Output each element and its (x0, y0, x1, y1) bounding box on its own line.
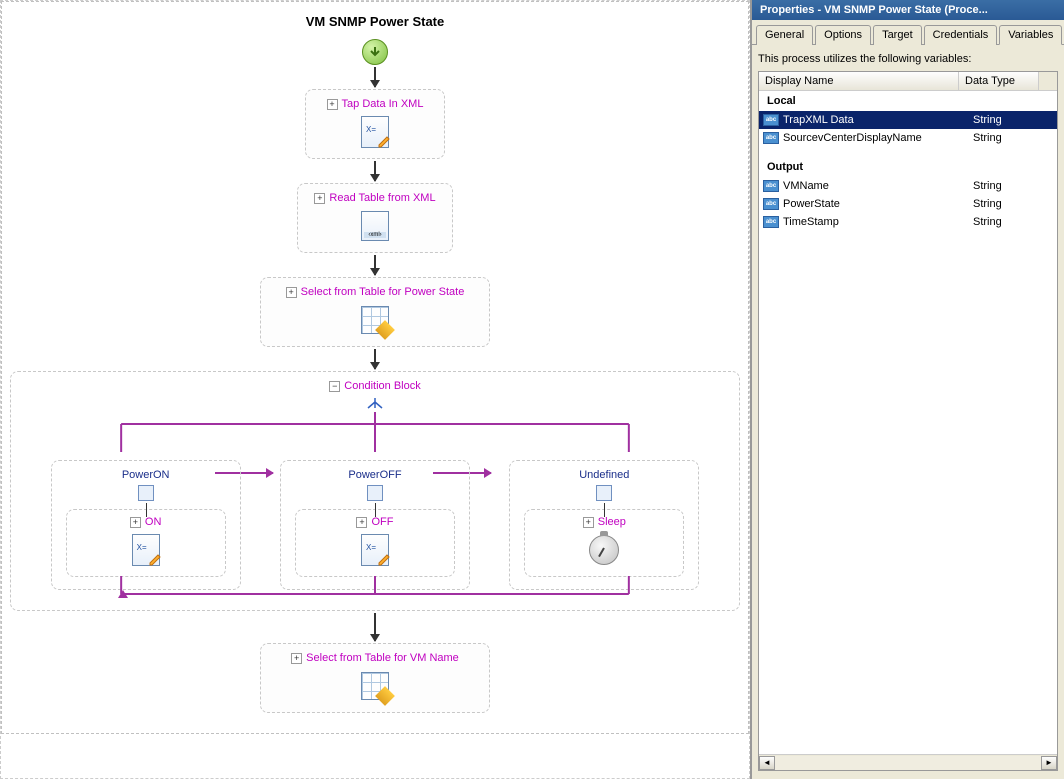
variable-icon: abc (763, 113, 779, 127)
activity-label: Read Table from XML (329, 192, 435, 204)
expand-icon[interactable]: + (356, 517, 367, 528)
table-select-icon (359, 304, 391, 336)
var-type: String (973, 114, 1049, 126)
activity-read-table[interactable]: + Read Table from XML (297, 183, 452, 253)
flow-arrow (374, 349, 376, 369)
activity-label: Tap Data In XML (342, 98, 424, 110)
var-name: TrapXML Data (783, 114, 973, 126)
expand-icon[interactable]: + (130, 517, 141, 528)
sub-activity-sleep[interactable]: + Sleep (524, 509, 684, 577)
collapse-icon[interactable]: − (329, 381, 340, 392)
column-header-type[interactable]: Data Type (959, 72, 1039, 90)
table-row[interactable]: abc PowerState String (759, 195, 1057, 213)
tabs-row: General Options Target Credentials Varia… (752, 20, 1064, 45)
workflow-container: VM SNMP Power State + Tap Data In XML + … (1, 1, 749, 734)
merge-connectors (41, 576, 709, 612)
table-header: Display Name Data Type (759, 72, 1057, 91)
table-select-icon (359, 670, 391, 702)
timer-icon (588, 534, 620, 566)
start-node[interactable] (362, 39, 388, 65)
start-arrow-icon (368, 45, 382, 59)
table-row[interactable]: abc SourcevCenterDisplayName String (759, 129, 1057, 147)
variable-icon: abc (763, 197, 779, 211)
activity-select-power[interactable]: + Select from Table for Power State (260, 277, 490, 347)
branch-title: Undefined (524, 469, 684, 481)
condition-block[interactable]: − Condition Block (10, 371, 740, 611)
tab-options[interactable]: Options (815, 25, 871, 45)
var-name: SourcevCenterDisplayName (783, 132, 973, 144)
branch-title: PowerOFF (295, 469, 455, 481)
variable-icon: abc (763, 131, 779, 145)
intro-text: This process utilizes the following vari… (758, 53, 1058, 65)
scroll-track[interactable] (775, 756, 1041, 770)
scroll-right-button[interactable]: ► (1041, 756, 1057, 770)
var-type: String (973, 198, 1049, 210)
branch-title: PowerON (66, 469, 226, 481)
panel-title: Properties - VM SNMP Power State (Proce.… (752, 0, 1064, 20)
horizontal-scrollbar[interactable]: ◄ ► (759, 754, 1057, 770)
var-type: String (973, 216, 1049, 228)
doc-edit-icon (359, 116, 391, 148)
tab-credentials[interactable]: Credentials (924, 25, 998, 45)
flow-arrow (374, 255, 376, 275)
expand-icon[interactable]: + (286, 287, 297, 298)
sub-label: Sleep (598, 516, 626, 528)
workflow-canvas[interactable]: VM SNMP Power State + Tap Data In XML + … (0, 0, 750, 779)
tab-general[interactable]: General (756, 25, 813, 45)
expand-icon[interactable]: + (583, 517, 594, 528)
table-row[interactable]: abc TimeStamp String (759, 213, 1057, 231)
tab-variables[interactable]: Variables (999, 25, 1062, 45)
var-name: TimeStamp (783, 216, 973, 228)
scroll-left-button[interactable]: ◄ (759, 756, 775, 770)
branch-poweron[interactable]: PowerON + ON (51, 460, 241, 590)
properties-panel: Properties - VM SNMP Power State (Proce.… (750, 0, 1064, 779)
flow-arrow (374, 67, 376, 87)
connector (146, 503, 147, 517)
sub-activity-on[interactable]: + ON (66, 509, 226, 577)
activity-tap-data[interactable]: + Tap Data In XML (305, 89, 445, 159)
condition-branches: PowerON + ON PowerOFF (31, 460, 719, 590)
activity-label: Select from Table for Power State (301, 286, 465, 298)
var-name: VMName (783, 180, 973, 192)
branch-icon (138, 485, 154, 501)
branch-icon (367, 485, 383, 501)
connector (375, 503, 376, 517)
expand-icon[interactable]: + (327, 99, 338, 110)
branch-icon (596, 485, 612, 501)
doc-edit-icon (359, 534, 391, 566)
section-local: Local (759, 91, 1057, 111)
activity-label: Select from Table for VM Name (306, 652, 459, 664)
table-row[interactable]: abc TrapXML Data String (759, 111, 1057, 129)
condition-label: Condition Block (344, 380, 420, 392)
process-title: VM SNMP Power State (2, 14, 748, 29)
sub-label: OFF (371, 516, 393, 528)
expand-icon[interactable]: + (314, 193, 325, 204)
tab-target[interactable]: Target (873, 25, 922, 45)
variable-icon: abc (763, 179, 779, 193)
column-header-name[interactable]: Display Name (759, 72, 959, 90)
branch-undefined[interactable]: Undefined + Sleep (509, 460, 699, 590)
var-type: String (973, 180, 1049, 192)
table-row[interactable]: abc VMName String (759, 177, 1057, 195)
var-name: PowerState (783, 198, 973, 210)
activity-select-vmname[interactable]: + Select from Table for VM Name (260, 643, 490, 713)
branch-connectors (41, 412, 709, 462)
section-output: Output (759, 157, 1057, 177)
sub-label: ON (145, 516, 162, 528)
variable-icon: abc (763, 215, 779, 229)
variables-table[interactable]: Display Name Data Type Local abc TrapXML… (758, 71, 1058, 771)
flow-arrow (374, 161, 376, 181)
sub-activity-off[interactable]: + OFF (295, 509, 455, 577)
split-icon (365, 396, 385, 410)
connector (604, 503, 605, 517)
flow-arrow (374, 613, 376, 641)
panel-body: This process utilizes the following vari… (752, 45, 1064, 779)
doc-edit-icon (130, 534, 162, 566)
branch-poweroff[interactable]: PowerOFF + OFF (280, 460, 470, 590)
var-type: String (973, 132, 1049, 144)
xml-icon (359, 210, 391, 242)
expand-icon[interactable]: + (291, 653, 302, 664)
